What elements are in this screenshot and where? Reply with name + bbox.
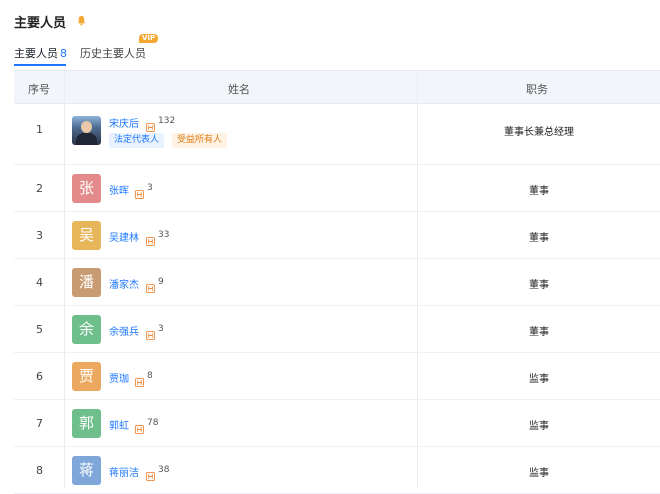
related-company-count[interactable]: 33 bbox=[158, 230, 169, 240]
person-name-link[interactable]: 吴建林 bbox=[109, 229, 139, 244]
tag-legal-representative: 法定代表人 bbox=[109, 133, 165, 148]
related-company-count[interactable]: 132 bbox=[158, 116, 175, 126]
row-index: 6 bbox=[36, 370, 43, 383]
shareholding-icon bbox=[135, 372, 144, 387]
person-name-link[interactable]: 宋庆后 bbox=[109, 115, 139, 130]
position-value: 监事 bbox=[529, 374, 549, 385]
table-row: 5 余余强兵 3 董事 bbox=[14, 306, 660, 353]
avatar[interactable]: 吴 bbox=[72, 221, 101, 250]
related-company-count[interactable]: 8 bbox=[147, 371, 153, 381]
vip-badge: VIP bbox=[139, 34, 159, 43]
active-tab-indicator bbox=[14, 64, 66, 66]
person-name-link[interactable]: 郭虹 bbox=[109, 417, 129, 432]
bell-icon[interactable] bbox=[76, 15, 87, 26]
header-position: 职务 bbox=[526, 83, 548, 96]
position-value: 董事长兼总经理 bbox=[504, 127, 574, 138]
row-index: 3 bbox=[36, 229, 43, 242]
tab-label: 主要人员 bbox=[14, 47, 58, 60]
section-title: 主要人员 bbox=[14, 16, 67, 31]
position-value: 监事 bbox=[529, 421, 549, 432]
shareholding-icon bbox=[146, 117, 155, 132]
row-index: 5 bbox=[36, 323, 43, 336]
section-header: 主要人员 bbox=[0, 0, 660, 38]
person-photo[interactable] bbox=[72, 116, 101, 145]
related-company-count[interactable]: 38 bbox=[158, 465, 169, 475]
row-index: 1 bbox=[36, 123, 43, 136]
avatar[interactable]: 贾 bbox=[72, 362, 101, 391]
tab-main-personnel[interactable]: 主要人员 8 bbox=[14, 45, 67, 61]
avatar[interactable]: 余 bbox=[72, 315, 101, 344]
related-company-count[interactable]: 9 bbox=[158, 277, 164, 287]
tab-label: 历史主要人员 bbox=[80, 47, 146, 60]
person-name-link[interactable]: 余强兵 bbox=[109, 323, 139, 338]
row-index: 4 bbox=[36, 276, 43, 289]
avatar[interactable]: 潘 bbox=[72, 268, 101, 297]
avatar[interactable]: 郭 bbox=[72, 409, 101, 438]
header-name: 姓名 bbox=[228, 83, 250, 96]
position-value: 董事 bbox=[529, 233, 549, 244]
table-row: 4 潘潘家杰 9 董事 bbox=[14, 259, 660, 306]
tab-count: 8 bbox=[60, 47, 67, 60]
table-row: 1 宋庆后 132 法定代表人 受益所有人 董事长兼总经理 bbox=[14, 104, 660, 165]
position-value: 董事 bbox=[529, 327, 549, 338]
avatar[interactable]: 蒋 bbox=[72, 456, 101, 485]
related-company-count[interactable]: 3 bbox=[158, 324, 164, 334]
shareholding-icon bbox=[146, 325, 155, 340]
position-value: 监事 bbox=[529, 468, 549, 479]
row-index: 7 bbox=[36, 417, 43, 430]
avatar[interactable]: 张 bbox=[72, 174, 101, 203]
person-name-link[interactable]: 蒋丽洁 bbox=[109, 464, 139, 479]
shareholding-icon bbox=[146, 278, 155, 293]
table-row: 7 郭郭虹 78 监事 bbox=[14, 400, 660, 447]
position-value: 董事 bbox=[529, 186, 549, 197]
position-value: 董事 bbox=[529, 280, 549, 291]
related-company-count[interactable]: 3 bbox=[147, 183, 153, 193]
table-row: 2 张张晖 3 董事 bbox=[14, 165, 660, 212]
header-index: 序号 bbox=[28, 83, 50, 96]
tab-bar: 主要人员 8 历史主要人员 VIP bbox=[0, 34, 660, 68]
shareholding-icon bbox=[146, 231, 155, 246]
related-company-count[interactable]: 78 bbox=[147, 418, 158, 428]
table-header: 序号 姓名 职务 bbox=[14, 70, 660, 104]
table-row: 8 蒋蒋丽洁 38 监事 bbox=[14, 447, 660, 494]
row-index: 8 bbox=[36, 464, 43, 477]
shareholding-icon bbox=[146, 466, 155, 481]
tag-beneficial-owner: 受益所有人 bbox=[172, 133, 228, 148]
shareholding-icon bbox=[135, 184, 144, 199]
shareholding-icon bbox=[135, 419, 144, 434]
tab-history-personnel[interactable]: 历史主要人员 bbox=[80, 45, 146, 61]
table-row: 3 吴吴建林 33 董事 bbox=[14, 212, 660, 259]
person-name-link[interactable]: 贾珈 bbox=[109, 370, 129, 385]
row-index: 2 bbox=[36, 182, 43, 195]
table-row: 6 贾贾珈 8 监事 bbox=[14, 353, 660, 400]
person-name-link[interactable]: 张晖 bbox=[109, 182, 129, 197]
person-name-link[interactable]: 潘家杰 bbox=[109, 276, 139, 291]
